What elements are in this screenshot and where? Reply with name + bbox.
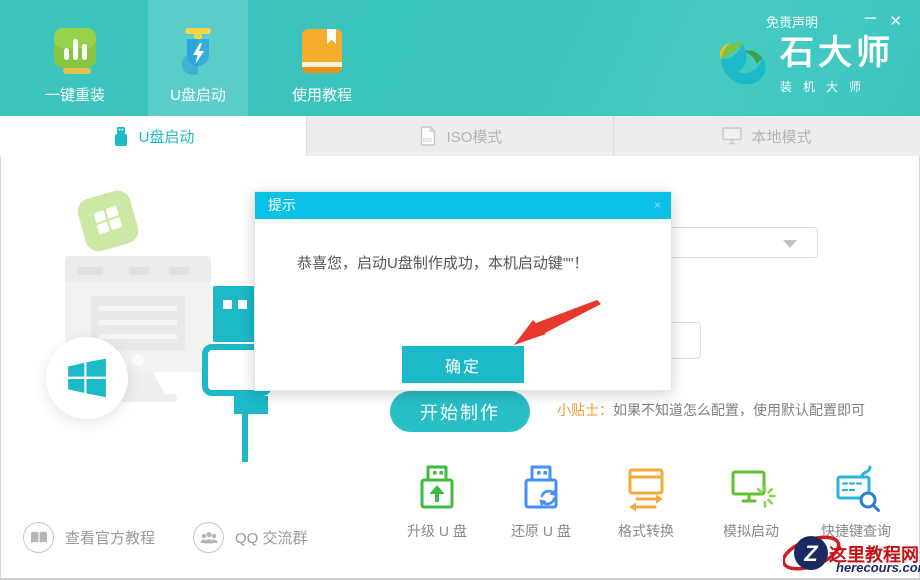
tool-label: 格式转换	[618, 521, 674, 541]
windows-flag-icon	[66, 357, 108, 399]
tab-local-mode[interactable]: 本地模式	[613, 116, 920, 156]
windows-tile-icon	[75, 188, 142, 255]
dialog-close-icon[interactable]: ×	[654, 192, 661, 219]
watermark-letter: Z	[803, 541, 819, 566]
nav-item-label: U盘启动	[170, 84, 226, 105]
dialog-titlebar: 提示 ×	[255, 192, 671, 219]
format-convert-icon	[621, 464, 671, 512]
chevron-down-icon	[783, 240, 797, 248]
prompt-dialog: 提示 × 恭喜您，启动U盘制作成功，本机启动键""！ 确定	[254, 191, 672, 391]
dialog-message: 恭喜您，启动U盘制作成功，本机启动键""！	[297, 252, 588, 273]
footer-link-label: 查看官方教程	[65, 527, 155, 548]
header: 一键重装 U盘启动 使用教程 免责声明 ─ ✕	[0, 0, 920, 116]
brand-name: 石大师	[780, 36, 894, 70]
ok-button[interactable]: 确定	[402, 346, 524, 383]
disclaimer-link[interactable]: 免责声明	[766, 12, 818, 31]
hotkey-query-icon	[831, 464, 881, 512]
usb-restore-icon	[516, 464, 566, 512]
usb-cable-illustration	[242, 414, 248, 462]
tool-format-convert[interactable]: 格式转换	[594, 464, 698, 541]
brand-logo: 石大师 装机大师	[714, 36, 894, 95]
tip-label: 小贴士：	[557, 402, 613, 418]
tool-upgrade-usb[interactable]: 升级 U 盘	[385, 464, 489, 541]
book-icon	[23, 522, 54, 553]
start-make-button[interactable]: 开始制作	[390, 391, 530, 432]
simulate-boot-icon	[726, 464, 776, 512]
tab-iso-mode[interactable]: ISO ISO模式	[306, 116, 613, 156]
app-window: 一键重装 U盘启动 使用教程 免责声明 ─ ✕	[0, 0, 920, 580]
site-watermark: Z 这里教程网 herecours.com	[783, 520, 920, 580]
tool-label: 模拟启动	[723, 521, 779, 541]
usb-upgrade-icon	[412, 464, 462, 512]
monitor-icon	[722, 127, 742, 145]
usb-stick-icon	[112, 127, 130, 146]
tip-text: 小贴士：如果不知道怎么配置，使用默认配置即可	[557, 400, 865, 420]
nav-item-reinstall[interactable]: 一键重装	[28, 0, 122, 116]
official-tutorial-link[interactable]: 查看官方教程	[23, 522, 155, 553]
usb-boot-icon	[174, 26, 222, 76]
iso-file-icon: ISO	[418, 126, 438, 146]
tab-label: ISO模式	[447, 126, 503, 147]
nav-item-label: 使用教程	[292, 84, 352, 105]
close-button[interactable]: ✕	[889, 12, 902, 30]
qq-group-link[interactable]: QQ 交流群	[193, 522, 308, 553]
nav-item-label: 一键重装	[45, 84, 105, 105]
people-icon	[193, 522, 224, 553]
footer-link-label: QQ 交流群	[235, 527, 308, 548]
tab-label: U盘启动	[139, 126, 195, 147]
main-content: 开始制作 小贴士：如果不知道怎么配置，使用默认配置即可 升级 U 盘	[0, 156, 920, 580]
usb-stem-illustration	[234, 396, 268, 414]
tool-label: 还原 U 盘	[511, 521, 571, 541]
svg-text:ISO: ISO	[422, 138, 432, 144]
usb-plug-illustration	[213, 286, 255, 342]
dialog-title: 提示	[268, 197, 296, 213]
tutorial-icon	[298, 26, 346, 76]
minimize-button[interactable]: ─	[865, 12, 876, 25]
mode-tabbar: U盘启动 ISO ISO模式 本地模式	[0, 116, 920, 156]
nav-item-usb-boot[interactable]: U盘启动	[148, 0, 248, 116]
tab-usb-boot[interactable]: U盘启动	[0, 116, 306, 156]
reinstall-icon	[51, 26, 99, 76]
brand-logo-icon	[714, 36, 770, 94]
tool-restore-usb[interactable]: 还原 U 盘	[489, 464, 593, 541]
windows-logo-badge	[46, 337, 128, 419]
tab-label: 本地模式	[751, 126, 811, 147]
watermark-domain: herecours.com	[836, 560, 920, 575]
tool-label: 升级 U 盘	[407, 521, 467, 541]
nav-item-tutorial[interactable]: 使用教程	[272, 0, 372, 116]
brand-subtitle: 装机大师	[780, 78, 894, 95]
